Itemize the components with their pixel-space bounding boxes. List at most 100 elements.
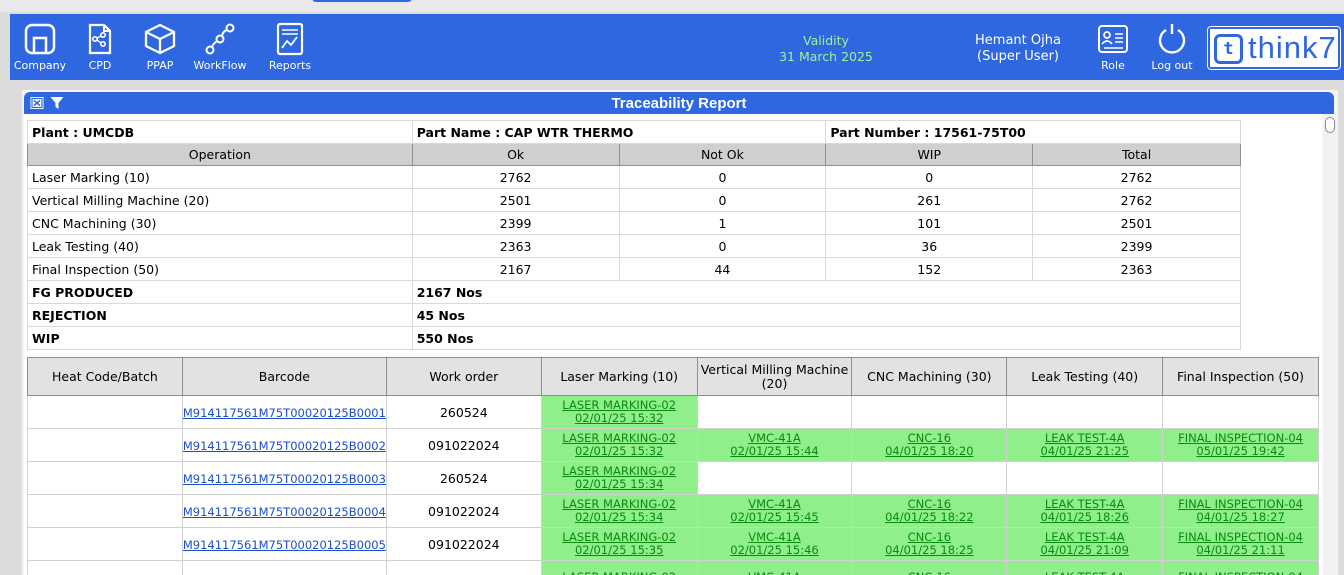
browser-top-strip xyxy=(0,0,1344,12)
stage-cell-link[interactable]: VMC-41A 02/01/25 15:44 xyxy=(696,428,853,462)
validity-info: Validity 31 March 2025 xyxy=(770,33,882,65)
nav-company-label: Company xyxy=(13,59,67,72)
trace-column-header: Final Inspection (50) xyxy=(1162,357,1319,396)
stage-cell-link[interactable]: LASER MARKING-02 02/01/25 15:32 xyxy=(540,395,698,429)
trace-column-header: Heat Code/Batch xyxy=(27,357,183,396)
heat-code-cell xyxy=(27,428,183,462)
nav-company-button[interactable]: Company xyxy=(10,22,70,72)
trace-column-header: Leak Testing (40) xyxy=(1006,357,1164,396)
trace-row: M914117561M75T00020125B0002 091022024 LASE… xyxy=(27,428,1319,462)
stage-timestamp: 04/01/25 21:09 xyxy=(1040,543,1129,557)
stage-station: VMC-41A xyxy=(698,570,852,575)
work-order-cell: 091022024 xyxy=(385,494,542,528)
trace-row: M914117561M75T00020125B0005 091022024 LASE… xyxy=(27,527,1319,561)
barcode-link[interactable]: M914117561M75T00020125B0003 xyxy=(183,472,386,486)
stage-timestamp: 04/01/25 18:27 xyxy=(1196,510,1285,524)
stage-cell-link[interactable]: FINAL INSPECTION-04 xyxy=(1162,560,1319,575)
scrollbar-thumb[interactable] xyxy=(1325,117,1335,133)
user-name: Hemant Ojha xyxy=(975,33,1061,48)
stage-cell-link[interactable]: LEAK TEST-4A xyxy=(1006,560,1164,575)
work-order-cell: 260524 xyxy=(385,461,542,495)
ok-count: 2167 xyxy=(411,257,620,281)
vertical-scrollbar[interactable] xyxy=(1324,114,1336,575)
heat-code-cell xyxy=(27,527,183,561)
stage-cell-link[interactable]: CNC-16 xyxy=(851,560,1008,575)
barcode-link[interactable]: M914117561M75T00020125B0005 xyxy=(183,538,386,552)
total-label: FG PRODUCED xyxy=(27,280,413,304)
stage-timestamp: 02/01/25 15:45 xyxy=(730,510,819,524)
stage-cell-link[interactable]: LASER MARKING-02 02/01/25 15:35 xyxy=(540,527,698,561)
total-count: 2399 xyxy=(1032,234,1241,258)
not-ok-count: 44 xyxy=(618,257,827,281)
nav-reports-label: Reports xyxy=(268,59,312,72)
trace-row: M914117561M75T00020125B0001 260524 LASER M… xyxy=(27,395,1319,429)
stage-timestamp: 02/01/25 15:32 xyxy=(574,444,664,458)
stage-cell-link[interactable]: VMC-41A 02/01/25 15:46 xyxy=(696,527,853,561)
barcode-cell xyxy=(181,560,387,575)
summary-total-row: REJECTION 45 Nos xyxy=(27,303,1242,327)
not-ok-count: 1 xyxy=(618,211,827,235)
stage-cell-link[interactable]: LEAK TEST-4A 04/01/25 18:26 xyxy=(1006,494,1164,528)
heat-code-cell xyxy=(27,560,183,575)
user-info: Hemant Ojha (Super User) xyxy=(956,33,1080,65)
stage-cell-link[interactable]: LEAK TEST-4A 04/01/25 21:09 xyxy=(1006,527,1164,561)
stage-cell-link[interactable]: LEAK TEST-4A 04/01/25 21:25 xyxy=(1006,428,1164,462)
total-count: 2762 xyxy=(1032,165,1241,189)
stage-cell-link[interactable]: LASER MARKING-02 xyxy=(540,560,698,575)
not-ok-count: 0 xyxy=(618,188,827,212)
stage-cell-link[interactable]: FINAL INSPECTION-04 05/01/25 19:42 xyxy=(1162,428,1319,462)
trace-header-row: Heat Code/Batch Barcode Work order Laser Ma… xyxy=(27,357,1319,396)
stage-cell-link[interactable]: LASER MARKING-02 02/01/25 15:34 xyxy=(540,494,698,528)
role-badge-icon xyxy=(1098,25,1128,53)
stage-cell-link[interactable]: FINAL INSPECTION-04 04/01/25 18:27 xyxy=(1162,494,1319,528)
nav-ppap-button[interactable]: PPAP xyxy=(130,22,190,72)
report-panel: Traceability Report Plant : UMCDB Part N… xyxy=(22,90,1338,575)
barcode-cell: M914117561M75T00020125B0002 xyxy=(181,428,387,462)
stage-cell-link[interactable]: VMC-41A 02/01/25 15:45 xyxy=(696,494,853,528)
work-order-cell xyxy=(385,560,542,575)
trace-column-header: Vertical Milling Machine (20) xyxy=(696,357,853,396)
wip-count: 0 xyxy=(825,165,1034,189)
stage-timestamp: 04/01/25 18:26 xyxy=(1040,510,1129,524)
total-value: 2167 Nos xyxy=(411,280,1242,304)
logo-text: think xyxy=(1248,30,1319,65)
stage-cell-link[interactable]: LASER MARKING-02 02/01/25 15:34 xyxy=(540,461,698,495)
stage-station: CNC-16 xyxy=(852,570,1006,575)
stage-cell-link[interactable]: LASER MARKING-02 02/01/25 15:32 xyxy=(540,428,698,462)
stage-cell-link[interactable]: CNC-16 04/01/25 18:22 xyxy=(851,494,1008,528)
part-number-label: Part Number : 17561-75T00 xyxy=(825,120,1241,144)
app-header: Company CPD PPAP WorkFlow Reports Validi… xyxy=(10,14,1344,80)
col-total: Total xyxy=(1032,143,1241,166)
col-not-ok: Not Ok xyxy=(618,143,827,166)
role-button[interactable]: Role xyxy=(1083,22,1143,72)
summary-total-row: WIP 550 Nos xyxy=(27,326,1242,350)
stage-cell-link[interactable]: CNC-16 04/01/25 18:25 xyxy=(851,527,1008,561)
total-count: 2363 xyxy=(1032,257,1241,281)
stage-cell-link[interactable]: CNC-16 04/01/25 18:20 xyxy=(851,428,1008,462)
plant-label: Plant : UMCDB xyxy=(27,120,413,144)
barcode-link[interactable]: M914117561M75T00020125B0004 xyxy=(183,505,386,519)
stage-cell-link[interactable]: FINAL INSPECTION-04 04/01/25 21:11 xyxy=(1162,527,1319,561)
logo-mark: t xyxy=(1214,34,1243,64)
stage-timestamp: 02/01/25 15:35 xyxy=(574,543,664,557)
operation-row: Final Inspection (50) 2167 44 152 2363 xyxy=(27,257,1241,281)
stage-cell-empty xyxy=(1006,461,1164,495)
stage-cell-link[interactable]: VMC-41A xyxy=(696,560,853,575)
logout-button[interactable]: Log out xyxy=(1142,22,1202,72)
summary-meta-row: Plant : UMCDB Part Name : CAP WTR THERMO… xyxy=(27,120,1241,144)
nav-cpd-button[interactable]: CPD xyxy=(70,22,130,72)
barcode-link[interactable]: M914117561M75T00020125B0002 xyxy=(183,439,386,453)
barcode-link[interactable]: M914117561M75T00020125B0001 xyxy=(183,406,386,420)
trace-column-header: Laser Marking (10) xyxy=(540,357,698,396)
stage-cell-empty xyxy=(696,461,853,495)
wip-count: 101 xyxy=(825,211,1034,235)
logout-label: Log out xyxy=(1151,59,1193,72)
total-count: 2762 xyxy=(1032,188,1241,212)
nav-reports-button[interactable]: Reports xyxy=(260,22,320,72)
nav-workflow-button[interactable]: WorkFlow xyxy=(190,22,250,72)
stage-timestamp: 02/01/25 15:34 xyxy=(574,477,664,491)
col-ok: Ok xyxy=(411,143,620,166)
not-ok-count: 0 xyxy=(618,165,827,189)
barcode-cell: M914117561M75T00020125B0003 xyxy=(181,461,387,495)
ok-count: 2762 xyxy=(411,165,620,189)
